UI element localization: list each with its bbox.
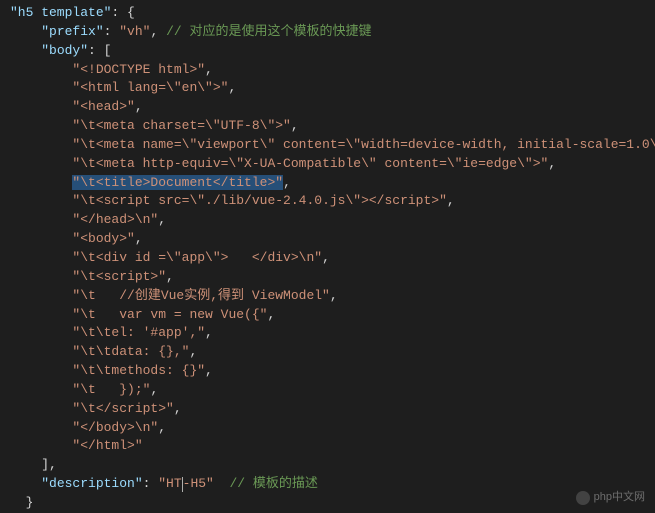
- code-line[interactable]: }: [10, 494, 655, 513]
- code-line[interactable]: "\t<meta name=\"viewport\" content=\"wid…: [10, 136, 655, 155]
- code-line[interactable]: "\t<meta http-equiv=\"X-UA-Compatible\" …: [10, 155, 655, 174]
- code-line[interactable]: "\t var vm = new Vue({",: [10, 306, 655, 325]
- code-line[interactable]: "body": [: [10, 42, 655, 61]
- watermark: php中文网: [576, 490, 645, 506]
- code-line[interactable]: ],: [10, 456, 655, 475]
- code-line[interactable]: "\t //创建Vue实例,得到 ViewModel",: [10, 287, 655, 306]
- code-line[interactable]: "</body>\n",: [10, 419, 655, 438]
- code-line[interactable]: "\t\tdata: {},",: [10, 343, 655, 362]
- code-editor-area[interactable]: "h5 template": { "prefix": "vh", // 对应的是…: [10, 4, 655, 513]
- code-line[interactable]: "<html lang=\"en\">",: [10, 79, 655, 98]
- code-line[interactable]: "<head>",: [10, 98, 655, 117]
- code-line[interactable]: "</head>\n",: [10, 211, 655, 230]
- code-line[interactable]: "<!DOCTYPE html>",: [10, 61, 655, 80]
- code-line[interactable]: "prefix": "vh", // 对应的是使用这个模板的快捷键: [10, 23, 655, 42]
- code-line[interactable]: "\t</script>",: [10, 400, 655, 419]
- watermark-text: php中文网: [594, 490, 645, 506]
- code-line[interactable]: "</html>": [10, 437, 655, 456]
- code-line[interactable]: "<body>",: [10, 230, 655, 249]
- code-line[interactable]: "\t<script src=\"./lib/vue-2.4.0.js\"></…: [10, 192, 655, 211]
- code-line[interactable]: "\t<script>",: [10, 268, 655, 287]
- code-line[interactable]: "\t<div id =\"app\"> </div>\n",: [10, 249, 655, 268]
- code-line[interactable]: "\t\tel: '#app',",: [10, 324, 655, 343]
- php-logo-icon: [576, 491, 590, 505]
- code-line[interactable]: "h5 template": {: [10, 4, 655, 23]
- code-line[interactable]: "\t<title>Document</title>",: [10, 174, 655, 193]
- code-line[interactable]: "\t });",: [10, 381, 655, 400]
- code-line[interactable]: "\t<meta charset=\"UTF-8\">",: [10, 117, 655, 136]
- code-line[interactable]: "description": "HT-H5" // 模板的描述: [10, 475, 655, 494]
- code-line[interactable]: "\t\tmethods: {}",: [10, 362, 655, 381]
